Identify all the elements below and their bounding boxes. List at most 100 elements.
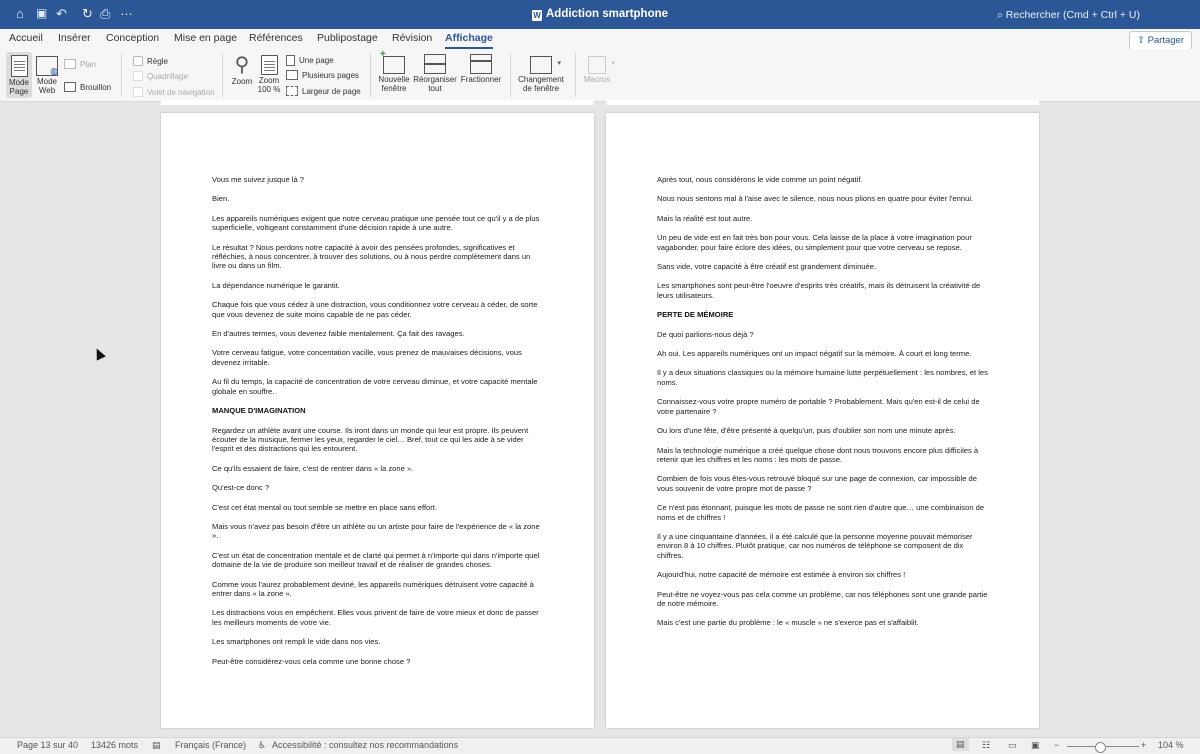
section-heading[interactable]: PERTE DE MÉMOIRE [657, 310, 989, 319]
paragraph[interactable]: Il y a une cinquantaine d'années, il a é… [657, 532, 989, 560]
volet-navigation-checkbox[interactable]: Volet de navigation [133, 87, 215, 97]
proofing-icon[interactable]: ▤ [152, 740, 161, 751]
plan-button[interactable]: Plan [64, 59, 96, 69]
zoom-slider-thumb[interactable] [1095, 742, 1106, 753]
paragraph[interactable]: En d'autres termes, vous devenez faible … [212, 329, 544, 338]
tab-affichage[interactable]: Affichage [445, 32, 493, 49]
draft-icon [64, 82, 76, 92]
zoom-button[interactable]: ⚲ Zoom [229, 52, 255, 98]
paragraph[interactable]: Ou lors d'une fête, d'être présenté à qu… [657, 426, 989, 435]
paragraph[interactable]: Mais c'est une partie du problème : le «… [657, 618, 989, 627]
paragraph[interactable]: Ah oui. Les appareils numériques ont un … [657, 349, 989, 358]
word-doc-icon: W [531, 10, 542, 21]
regle-check-icon [133, 56, 143, 66]
mouse-cursor-icon [92, 346, 106, 361]
paragraph[interactable]: Les smartphones sont peut-être l'oeuvre … [657, 281, 989, 300]
paragraph[interactable]: Bien. [212, 194, 544, 203]
paragraph[interactable]: Qu'est-ce donc ? [212, 483, 544, 492]
paragraph[interactable]: Regardez un athlète avant une course. Il… [212, 426, 544, 454]
paragraph[interactable]: Connaissez-vous votre propre numéro de p… [657, 397, 989, 416]
volet-check-icon [133, 87, 143, 97]
fractionner-button[interactable]: Fractionner [458, 52, 504, 98]
zoom-in-icon[interactable]: + [1141, 740, 1146, 750]
document-page-left[interactable]: Vous me suivez jusque là ? Bien. Les appar… [161, 113, 594, 728]
brouillon-button[interactable]: Brouillon [64, 82, 111, 92]
mode-page-button[interactable]: Mode Page [6, 52, 32, 98]
zoom-out-icon[interactable]: − [1054, 740, 1059, 750]
title-bar: ⌂ ▣ ↶ ↻ ⎙ … W Addiction smartphone ⌕ Rech… [0, 0, 1200, 29]
document-page-right[interactable]: Après tout, nous considérons le vide com… [606, 113, 1039, 728]
mode-web-button[interactable]: ◍ Mode Web [34, 52, 60, 98]
paragraph[interactable]: C'est cet état mental ou tout semble se … [212, 503, 544, 512]
paragraph[interactable]: Les distractions vous en empêchent. Elle… [212, 608, 544, 627]
paragraph[interactable]: Combien de fois vous êtes-vous retrouvé … [657, 474, 989, 493]
zoom-100-button[interactable]: Zoom 100 % [256, 52, 282, 98]
nouvelle-fenetre-button[interactable]: + Nouvelle fenêtre [376, 50, 412, 98]
paragraph[interactable]: Peut-être ne voyez-vous pas cela comme u… [657, 590, 989, 609]
paragraph[interactable]: Ce qu'ils essaient de faire, c'est de re… [212, 464, 544, 473]
tab-revision[interactable]: Révision [392, 32, 432, 44]
tab-inserer[interactable]: Insérer [58, 32, 91, 44]
quadrillage-checkbox[interactable]: Quadrillage [133, 71, 188, 81]
paragraph[interactable]: Après tout, nous considérons le vide com… [657, 175, 989, 184]
paragraph[interactable]: Aujourd'hui, notre capacité de mémoire e… [657, 570, 989, 579]
multiple-pages-icon [286, 70, 298, 80]
quadrillage-check-icon [133, 71, 143, 81]
paragraph[interactable]: Votre cerveau fatigue, votre concentatio… [212, 348, 544, 367]
outline-icon [64, 59, 76, 69]
language[interactable]: Français (France) [175, 740, 246, 750]
web-view-icon[interactable]: ▭ [1008, 740, 1017, 751]
paragraph[interactable]: Mais la réalité est tout autre. [657, 214, 989, 223]
paragraph[interactable]: Les appareils numériques exigent que not… [212, 214, 544, 233]
une-page-button[interactable]: Une page [286, 55, 334, 66]
paragraph[interactable]: Les smartphones ont rempli le vide dans … [212, 637, 544, 646]
accessibility-status[interactable]: Accessibilité : consultez nos recommanda… [272, 740, 458, 750]
tab-references[interactable]: Références [249, 32, 303, 44]
reorganiser-tout-button[interactable]: Réorganiser tout [412, 52, 458, 98]
tab-mise-en-page[interactable]: Mise en page [174, 32, 237, 44]
paragraph[interactable]: Vous me suivez jusque là ? [212, 175, 544, 184]
plusieurs-pages-button[interactable]: Plusieurs pages [286, 70, 359, 80]
ribbon-tabs: Accueil Insérer Conception Mise en page … [0, 29, 1200, 49]
paragraph[interactable]: Comme vous l'aurez probablement deviné, … [212, 580, 544, 599]
largeur-page-button[interactable]: Largeur de page [286, 86, 361, 96]
paragraph[interactable]: Mais la technologie numérique a créé que… [657, 446, 989, 465]
changement-fenetre-button[interactable]: ▾ Changement de fenêtre [515, 52, 567, 98]
paragraph[interactable]: Mais vous n'avez pas besoin d'être un at… [212, 522, 544, 541]
print-layout-view-icon[interactable]: ▤ [952, 738, 969, 751]
magnifier-icon: ⚲ [234, 54, 250, 76]
section-heading[interactable]: MANQUE D'IMAGINATION [212, 406, 544, 415]
page-count[interactable]: Page 13 sur 40 [17, 740, 78, 750]
paragraph[interactable]: Au fil du temps, la capacité de concentr… [212, 377, 544, 396]
paragraph[interactable]: Nous nous sentons mal à l'aise avec le s… [657, 194, 989, 203]
read-mode-icon[interactable]: ☷ [982, 740, 990, 751]
paragraph[interactable]: Chaque fois que vous cédez à une distrac… [212, 300, 544, 319]
paragraph[interactable]: Il y a deux situations classiques ou la … [657, 368, 989, 387]
page-width-icon [286, 86, 298, 96]
paragraph[interactable]: Ce n'est pas étonnant, puisque les mots … [657, 503, 989, 522]
share-button[interactable]: ⇧ Partager [1128, 31, 1192, 50]
page-left-text[interactable]: Vous me suivez jusque là ? Bien. Les appar… [212, 175, 544, 676]
paragraph[interactable]: Sans vide, votre capacité à être créatif… [657, 262, 989, 271]
paragraph[interactable]: De quoi parlions-nous déjà ? [657, 330, 989, 339]
focus-mode-icon[interactable]: ▣ [1031, 740, 1040, 751]
paragraph[interactable]: La dépendance numérique le garantit. [212, 281, 544, 290]
paragraph[interactable]: Le résultat ? Nous perdons notre capacit… [212, 243, 544, 271]
previous-page-edge-right [606, 100, 1039, 105]
tab-conception[interactable]: Conception [106, 32, 159, 44]
tab-accueil[interactable]: Accueil [9, 32, 43, 44]
zoom-level[interactable]: 104 % [1158, 740, 1184, 750]
paragraph[interactable]: Peut-être considérez-vous cela comme une… [212, 657, 544, 666]
paragraph[interactable]: Un peu de vide est en fait très bon pour… [657, 233, 989, 252]
page-right-text[interactable]: Après tout, nous considérons le vide com… [657, 175, 989, 638]
word-count[interactable]: 13426 mots [91, 740, 138, 750]
macros-button[interactable]: ▾ Macros [580, 52, 615, 98]
ribbon: Mode Page ◍ Mode Web Plan Brouillon Règl… [0, 49, 1200, 102]
search-box[interactable]: ⌕ Rechercher (Cmd + Ctrl + U) [997, 9, 1140, 22]
paragraph[interactable]: C'est un état de concentration mentale e… [212, 551, 544, 570]
regle-checkbox[interactable]: Règle [133, 56, 168, 66]
accessibility-icon[interactable]: ♿ [258, 740, 266, 751]
split-icon [470, 54, 492, 74]
tab-publipostage[interactable]: Publipostage [317, 32, 378, 44]
search-placeholder: Rechercher (Cmd + Ctrl + U) [1005, 9, 1140, 21]
